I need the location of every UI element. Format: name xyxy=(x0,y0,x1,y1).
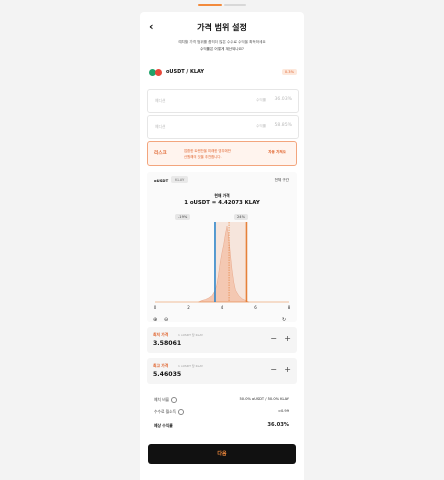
max-price-unit: 1 oUSDT 당 KLAY xyxy=(178,364,203,368)
deposit-ratio-label: 예치 비율 xyxy=(154,397,170,402)
deposit-ratio-value: 50.0% oUSDT / 50.0% KLAY xyxy=(239,397,289,401)
range-input-unit: 수익률 xyxy=(256,98,266,102)
range-input-value: 36.03% xyxy=(274,97,292,102)
range-input-value: 58.85% xyxy=(274,123,292,128)
range-settings-card: ‹ 가격 범위 설정 예치할 가격 범위를 좁히더 많은 수수료 수익을 획득하… xyxy=(140,12,304,480)
range-input-2[interactable]: 예디션 수익률 58.85% xyxy=(147,115,299,139)
warning-message-line1: 업환한 트랜잔을 미래한 영무에만 xyxy=(184,149,231,153)
zoom-out-icon[interactable]: ⊖ xyxy=(164,317,168,323)
next-button[interactable]: 다음 xyxy=(148,444,296,464)
progress-step-inactive xyxy=(224,4,246,6)
max-price-value[interactable]: 5.46035 xyxy=(153,371,181,378)
range-input-label: 예디션 xyxy=(155,98,166,103)
liquidity-chart[interactable]: 0 2 4 6 8 xyxy=(147,220,297,312)
min-price-label: 최저 가격 xyxy=(153,332,169,337)
warning-title: 리스크 xyxy=(154,151,167,156)
description: 예치할 가격 범위를 좁히더 많은 수수료 수익을 획득하세요 xyxy=(178,40,266,44)
expected-yield-label: 예상 수익률 xyxy=(154,423,173,428)
progress-indicator xyxy=(0,0,444,10)
reset-icon[interactable]: ↻ xyxy=(282,317,286,323)
min-price-unit: 1 oUSDT 당 KLAY xyxy=(178,333,203,337)
summary-row-fee-income: 수수료 월소득 ≈0.99 xyxy=(147,409,297,417)
summary-row-deposit-ratio: 예치 비율 50.0% oUSDT / 50.0% KLAY xyxy=(147,397,297,405)
fee-income-label: 수수료 월소득 xyxy=(154,409,177,414)
x-tick-label: 4 xyxy=(221,305,224,310)
zoom-in-icon[interactable]: ⊕ xyxy=(153,317,157,323)
x-tick-label: 6 xyxy=(254,305,257,310)
range-input-unit: 수익률 xyxy=(256,124,266,128)
risk-warning: 리스크 업환한 트랜잔을 미래한 영무에만 산원해의 것을 추천합니다. 자동 … xyxy=(147,141,297,166)
pool-pair: oUSDT / KLAY 0.3% xyxy=(149,68,297,78)
max-price-box: 최고 가격 1 oUSDT 당 KLAY 5.46035 − + xyxy=(147,358,297,384)
min-price-increase-button[interactable]: + xyxy=(284,334,291,343)
x-tick-label: 0 xyxy=(154,305,157,310)
klay-token-icon xyxy=(155,69,162,76)
min-price-decrease-button[interactable]: − xyxy=(270,334,277,343)
min-price-value[interactable]: 3.58061 xyxy=(153,340,181,347)
max-price-increase-button[interactable]: + xyxy=(284,365,291,374)
expected-yield-value: 36.03% xyxy=(267,422,289,428)
x-tick-label: 2 xyxy=(187,305,190,310)
liquidity-chart-panel: oUSDT KLAY 전체 구간 현재 가격 1 oUSDT = 4.42073… xyxy=(147,172,297,323)
token-toggle-ousdt[interactable]: oUSDT xyxy=(154,178,168,183)
yield-help-link[interactable]: 수익률은 어떻게 계산되나요? xyxy=(140,47,304,52)
range-input-1[interactable]: 예디션 수익률 36.03% xyxy=(147,89,299,113)
full-range-button[interactable]: 전체 구간 xyxy=(275,178,289,183)
max-price-decrease-button[interactable]: − xyxy=(270,365,277,374)
warning-message-line2: 산원해의 것을 추천합니다. xyxy=(184,155,222,159)
progress-step-active xyxy=(198,4,222,6)
info-icon[interactable] xyxy=(171,397,178,403)
info-icon[interactable] xyxy=(178,409,185,415)
current-price-label: 현재 가격 xyxy=(214,193,230,198)
page-title: 가격 범위 설정 xyxy=(197,23,247,32)
pair-name: oUSDT / KLAY xyxy=(166,69,205,75)
fee-income-value: ≈0.99 xyxy=(277,409,289,413)
fee-badge: 0.3% xyxy=(281,69,297,75)
auto-fill-button[interactable]: 자동 가져오 xyxy=(268,150,286,155)
x-tick-label: 8 xyxy=(288,305,291,310)
next-button-label: 다음 xyxy=(217,451,227,457)
min-price-box: 최저 가격 1 oUSDT 당 KLAY 3.58061 − + xyxy=(147,327,297,353)
summary-row-expected-yield: 예상 수익률 36.03% xyxy=(147,422,297,431)
range-input-label: 예디션 xyxy=(155,124,166,129)
token-toggle-klay[interactable]: KLAY xyxy=(171,176,189,183)
max-price-label: 최고 가격 xyxy=(153,363,169,368)
current-price-value: 1 oUSDT = 4.42073 KLAY xyxy=(184,200,260,206)
